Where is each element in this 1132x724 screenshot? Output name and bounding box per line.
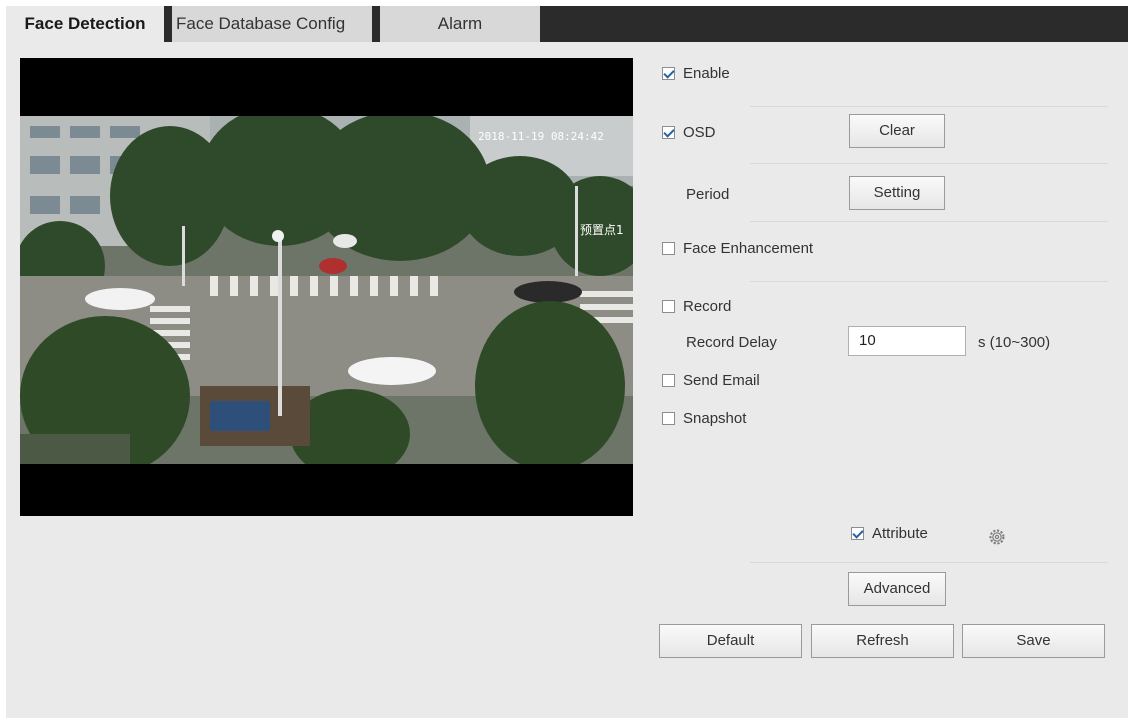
tab-bar: Face Detection Face Database Config Alar… <box>6 6 1128 42</box>
send-email-checkbox[interactable] <box>662 373 675 387</box>
send-email-option[interactable]: Send Email <box>662 370 760 390</box>
record-checkbox[interactable] <box>662 299 675 313</box>
period-setting-button[interactable]: Setting <box>849 176 945 210</box>
attribute-option[interactable]: Attribute <box>851 523 928 543</box>
camera-scene: 2018-11-19 08:24:42 预置点1 <box>20 116 633 464</box>
attribute-checkbox[interactable] <box>851 526 864 540</box>
face-enhancement-label: Face Enhancement <box>683 239 814 257</box>
default-button[interactable]: Default <box>659 624 802 658</box>
record-label: Record <box>683 297 732 315</box>
osd-preset-label: 预置点1 <box>580 223 624 237</box>
osd-timestamp: 2018-11-19 08:24:42 <box>478 130 604 143</box>
osd-checkbox[interactable] <box>662 125 675 139</box>
refresh-button[interactable]: Refresh <box>811 624 954 658</box>
enable-option[interactable]: Enable <box>662 63 730 83</box>
divider <box>750 221 1108 222</box>
snapshot-label: Snapshot <box>683 409 747 427</box>
face-enhancement-checkbox[interactable] <box>662 241 675 255</box>
face-enhancement-option[interactable]: Face Enhancement <box>662 238 813 258</box>
divider <box>750 562 1108 563</box>
tab-alarm[interactable]: Alarm <box>380 6 540 42</box>
save-button[interactable]: Save <box>962 624 1105 658</box>
snapshot-option[interactable]: Snapshot <box>662 408 746 428</box>
clear-button[interactable]: Clear <box>849 114 945 148</box>
attribute-label: Attribute <box>872 524 928 542</box>
advanced-button[interactable]: Advanced <box>848 572 946 606</box>
divider <box>750 106 1108 107</box>
record-delay-label: Record Delay <box>686 334 777 351</box>
osd-option[interactable]: OSD <box>662 122 716 142</box>
period-label: Period <box>686 186 730 203</box>
record-delay-input[interactable]: 10 <box>848 326 966 356</box>
enable-label: Enable <box>683 64 730 82</box>
tab-face-database-config[interactable]: Face Database Config <box>172 6 372 42</box>
osd-label: OSD <box>683 123 716 141</box>
record-option[interactable]: Record <box>662 296 731 316</box>
video-preview[interactable]: 2018-11-19 08:24:42 预置点1 <box>20 58 633 516</box>
gear-icon[interactable] <box>988 528 1006 546</box>
send-email-label: Send Email <box>683 371 760 389</box>
enable-checkbox[interactable] <box>662 66 675 80</box>
divider <box>750 281 1108 282</box>
divider <box>750 163 1108 164</box>
snapshot-checkbox[interactable] <box>662 411 675 425</box>
tab-face-detection[interactable]: Face Detection <box>6 6 164 42</box>
record-delay-range: s (10~300) <box>978 334 1051 351</box>
face-detection-panel: Face Detection Face Database Config Alar… <box>6 6 1128 718</box>
